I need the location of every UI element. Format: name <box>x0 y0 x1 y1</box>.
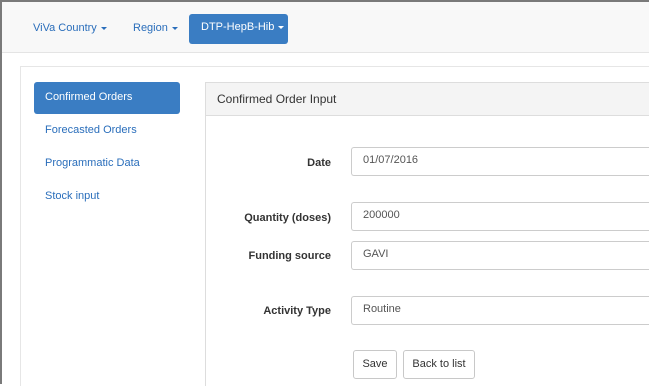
caret-down-icon <box>100 26 107 30</box>
sidebar-item-label: Programmatic Data <box>45 157 140 169</box>
caret-down-icon <box>171 26 178 30</box>
quantity-label: Quantity (doses) <box>244 212 331 224</box>
activity-type-field[interactable]: Routine <box>351 296 649 325</box>
panel-title: Confirmed Order Input <box>206 83 649 116</box>
product-label: DTP-HepB-Hib <box>201 21 275 33</box>
sidebar-item-programmatic-data[interactable]: Programmatic Data <box>34 148 180 180</box>
country-label: ViVa Country <box>33 22 97 34</box>
order-input-panel: Confirmed Order Input <box>205 82 649 386</box>
region-dropdown[interactable]: Region <box>133 22 178 34</box>
top-navbar: ViVa Country Region <box>2 2 649 53</box>
sidebar-item-label: Confirmed Orders <box>45 91 133 103</box>
activity-type-label: Activity Type <box>263 305 331 317</box>
product-dropdown[interactable]: DTP-HepB-Hib <box>189 14 288 44</box>
sidebar-item-label: Stock input <box>45 190 100 202</box>
country-dropdown[interactable]: ViVa Country <box>33 22 107 34</box>
save-button[interactable]: Save <box>353 350 397 379</box>
sidebar-item-forecasted-orders[interactable]: Forecasted Orders <box>34 115 180 147</box>
caret-down-icon <box>278 25 285 29</box>
date-field[interactable]: 01/07/2016 <box>351 147 649 176</box>
sidebar-item-confirmed-orders[interactable]: Confirmed Orders <box>34 82 180 114</box>
sidebar-item-label: Forecasted Orders <box>45 124 137 136</box>
sidebar-item-stock-input[interactable]: Stock input <box>34 181 180 213</box>
region-label: Region <box>133 22 168 34</box>
funding-source-label: Funding source <box>248 250 332 262</box>
date-label: Date <box>307 157 331 169</box>
back-to-list-button[interactable]: Back to list <box>403 350 475 379</box>
funding-source-field[interactable]: GAVI <box>351 241 649 270</box>
quantity-field[interactable]: 200000 <box>351 202 649 231</box>
